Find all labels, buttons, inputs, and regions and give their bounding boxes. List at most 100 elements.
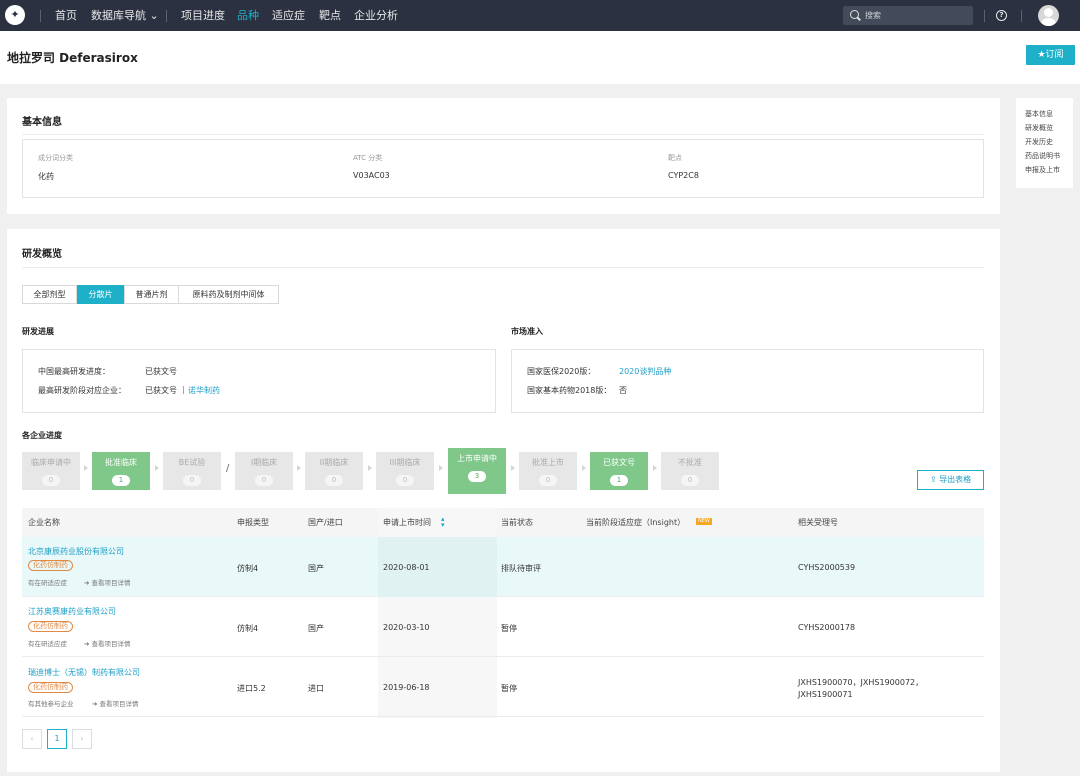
stage-rejected[interactable]: 不批准 0 xyxy=(661,452,719,490)
essential-drugs-2018-value: 否 xyxy=(619,386,627,395)
export-table-button[interactable]: ⇪ 导出表格 xyxy=(917,470,984,490)
stage-clinical-approved[interactable]: 批准临床 1 xyxy=(92,452,150,490)
status: 暂停 xyxy=(501,624,517,633)
stage-arrow-icon xyxy=(439,465,443,471)
nav-item-indication[interactable]: 适应症 xyxy=(272,0,305,31)
anchor-dev-history[interactable]: 开发历史 xyxy=(1025,137,1053,147)
stage-count: 0 xyxy=(183,475,201,486)
field-value-target: CYP2C8 xyxy=(668,171,699,180)
next-page-button[interactable]: › xyxy=(72,729,92,749)
nav-item-company-analysis[interactable]: 企业分析 xyxy=(354,0,398,31)
prev-page-button[interactable]: ‹ xyxy=(22,729,42,749)
nrdl-2020-link[interactable]: 2020谈判品种 xyxy=(619,366,671,377)
rd-progress-box xyxy=(22,349,496,413)
indication-link[interactable]: 有在研适应症 xyxy=(28,638,67,648)
stage-label: 已获文号 xyxy=(603,458,635,467)
tab-dispersible-tablet[interactable]: 分散片 xyxy=(77,285,124,304)
side-anchor-nav: 基本信息 研发概览 开发历史 药品说明书 申报及上市 xyxy=(1016,98,1073,188)
anchor-filing-launch[interactable]: 申报及上市 xyxy=(1025,165,1060,175)
stage-arrow-icon xyxy=(297,465,301,471)
stage-arrow-icon xyxy=(84,465,88,471)
help-icon[interactable]: ? xyxy=(996,10,1007,21)
app-logo-icon[interactable]: ✦ xyxy=(5,5,25,25)
search-placeholder: 搜索 xyxy=(865,11,881,20)
stage-approval-number[interactable]: 已获文号 1 xyxy=(590,452,648,490)
stage-count: 1 xyxy=(112,475,130,486)
anchor-basic-info[interactable]: 基本信息 xyxy=(1025,109,1053,119)
highest-stage-company-sep: | xyxy=(182,385,185,394)
avatar[interactable] xyxy=(1038,5,1059,26)
company-link-novartis[interactable]: 诺华制药 xyxy=(188,385,220,396)
company-link[interactable]: 江苏奥赛康药业有限公司 xyxy=(28,606,116,617)
col-status: 当前状态 xyxy=(501,518,533,527)
essential-drugs-2018-label: 国家基本药物2018版： xyxy=(527,386,612,395)
anchor-drug-label[interactable]: 药品说明书 xyxy=(1025,151,1060,161)
nav-divider xyxy=(40,10,41,22)
stage-count: 0 xyxy=(396,475,414,486)
col-origin: 国产/进口 xyxy=(308,518,343,527)
stage-market-approved[interactable]: 批准上市 0 xyxy=(519,452,577,490)
upload-icon: ⇪ xyxy=(929,475,940,484)
project-details-link[interactable]: ➜ 查看项目详情 xyxy=(84,638,131,648)
origin: 进口 xyxy=(308,684,324,693)
project-details-link[interactable]: ➜ 查看项目详情 xyxy=(84,577,131,587)
field-value-ingredient-class: 化药 xyxy=(38,172,54,181)
divider xyxy=(22,267,984,268)
sort-icon[interactable]: ▴ ▾ xyxy=(441,516,445,529)
origin: 国产 xyxy=(308,624,324,633)
anchor-rd-overview[interactable]: 研发概览 xyxy=(1025,123,1053,133)
page-title: 地拉罗司 Deferasirox xyxy=(7,51,138,65)
stage-be-trial[interactable]: BE试验 0 xyxy=(163,452,221,490)
drug-type-tag: 化药仿制药 xyxy=(28,560,73,571)
indication-link[interactable]: 有在研适应症 xyxy=(28,577,67,587)
col-filing-date[interactable]: 申请上市时间 xyxy=(383,508,431,537)
arrow-circle-icon: ➜ xyxy=(84,579,92,587)
page-number-button[interactable]: 1 xyxy=(47,729,67,749)
stage-clinical-application[interactable]: 临床申请中 0 xyxy=(22,452,80,490)
field-value-atc: V03AC03 xyxy=(353,171,390,180)
stage-phase-1[interactable]: I期临床 0 xyxy=(235,452,293,490)
stage-label: 批准上市 xyxy=(532,458,564,467)
acceptance-number-link[interactable]: JXHS1900071 xyxy=(798,690,853,699)
stage-label: 临床申请中 xyxy=(31,458,71,467)
nav-item-target[interactable]: 靶点 xyxy=(319,0,341,31)
avatar-body xyxy=(1041,18,1056,26)
col-company: 企业名称 xyxy=(28,518,60,527)
nav-item-home[interactable]: 首页 xyxy=(55,0,77,31)
rd-progress-heading: 研发进展 xyxy=(22,327,54,336)
filing-date: 2020-03-10 xyxy=(383,623,430,632)
tab-api-intermediate[interactable]: 原料药及制剂中间体 xyxy=(178,285,279,304)
nav-item-variety[interactable]: 品种 xyxy=(237,0,259,31)
nav-item-project-progress[interactable]: 项目进度 xyxy=(181,0,225,31)
status: 排队待审评 xyxy=(501,564,541,573)
arrow-circle-icon: ➜ xyxy=(92,700,100,708)
acceptance-number-link[interactable]: JXHS1900070，JXHS1900072， xyxy=(798,677,923,688)
stage-phase-2[interactable]: II期临床 0 xyxy=(305,452,363,490)
nav-divider xyxy=(984,10,985,22)
drug-type-tag: 化药仿制药 xyxy=(28,621,73,632)
other-companies-link[interactable]: 有其他参与企业 xyxy=(28,698,74,708)
title-bar xyxy=(0,31,1080,84)
stage-market-application[interactable]: 上市申请中 3 xyxy=(448,448,506,494)
acceptance-number-link[interactable]: CYHS2000178 xyxy=(798,623,855,632)
company-progress-heading: 各企业进度 xyxy=(22,431,62,440)
stage-count: 0 xyxy=(42,475,60,486)
company-link[interactable]: 北京康辰药业股份有限公司 xyxy=(28,546,124,557)
tab-regular-tablet[interactable]: 普通片剂 xyxy=(124,285,179,304)
rd-overview-heading: 研发概览 xyxy=(22,249,62,260)
stage-phase-3[interactable]: III期临床 0 xyxy=(376,452,434,490)
filing-type: 仿制4 xyxy=(237,624,259,633)
field-label-atc: ATC 分类 xyxy=(353,154,383,162)
tab-all-forms[interactable]: 全部剂型 xyxy=(22,285,77,304)
col-filing-type: 申报类型 xyxy=(237,518,269,527)
acceptance-number-link[interactable]: CYHS2000539 xyxy=(798,563,855,572)
project-details-link[interactable]: ➜ 查看项目详情 xyxy=(92,698,139,708)
company-link[interactable]: 瑞迪博士（无锡）制药有限公司 xyxy=(28,667,140,678)
divider xyxy=(22,134,984,135)
nav-item-database[interactable]: 数据库导航 ⌄ xyxy=(91,0,159,31)
top-nav-bar: ✦ 首页 数据库导航 ⌄ 项目进度 品种 适应症 靶点 企业分析 搜索 ? xyxy=(0,0,1080,31)
arrow-circle-icon: ➜ xyxy=(84,640,92,648)
subscribe-button[interactable]: ★订阅 xyxy=(1026,45,1075,65)
stage-arrow-icon xyxy=(653,465,657,471)
search-input[interactable]: 搜索 xyxy=(843,6,973,25)
